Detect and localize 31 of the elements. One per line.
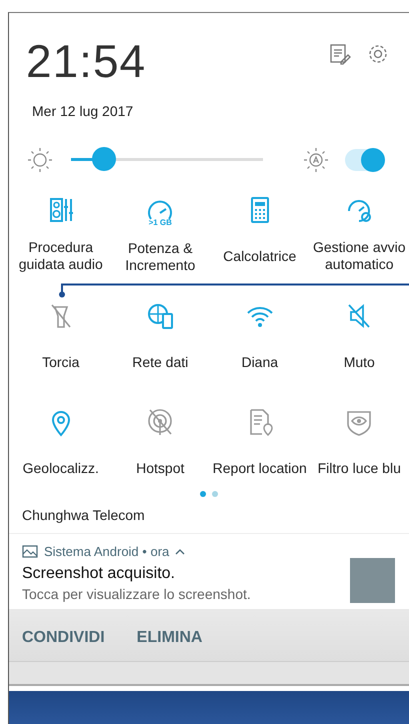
quick-setting-tile[interactable]: Calcolatrice: [210, 195, 310, 283]
date-text: Mer 12 lug 2017: [31, 102, 134, 119]
notification-action-button[interactable]: ELIMINA: [136, 629, 202, 647]
clock-time: 21:54: [26, 37, 146, 85]
notification-text: Tocca per visualizzare lo screenshot.: [22, 586, 251, 602]
notification-title: Screenshot acquisito.: [22, 565, 176, 583]
data-amount-label: >1 GB: [148, 219, 172, 227]
notification-action-button[interactable]: CONDIVIDI: [22, 629, 105, 647]
tile-icon: [145, 301, 176, 331]
quick-setting-tile[interactable]: Filtro luce blu: [310, 407, 409, 495]
quick-setting-tile[interactable]: Geolocalizz.: [11, 407, 110, 495]
quick-setting-tile[interactable]: Report location: [210, 407, 310, 495]
slider-thumb[interactable]: [92, 147, 116, 171]
auto-brightness-toggle[interactable]: [345, 149, 383, 171]
caret-icon[interactable]: [175, 548, 186, 555]
quick-setting-tile[interactable]: Gestione avvio automatico: [310, 195, 409, 283]
brightness-icon: [27, 147, 53, 173]
edit-list-icon[interactable]: [329, 43, 351, 65]
settings-icon[interactable]: [367, 43, 389, 65]
quick-setting-tile[interactable]: Rete dati: [110, 301, 210, 389]
quick-setting-tile[interactable]: Diana: [210, 301, 310, 389]
carrier-name: Chunghwa Telecom: [21, 506, 146, 525]
quick-setting-tile[interactable]: Muto: [310, 301, 409, 389]
image-icon: [22, 545, 38, 558]
quick-setting-tile[interactable]: Procedura guidata audio: [11, 195, 110, 283]
quick-setting-tile[interactable]: >1 GB Potenza & Incremento: [110, 195, 210, 283]
screenshot-thumbnail[interactable]: [350, 558, 395, 603]
notification-source: Sistema Android • ora: [44, 544, 170, 559]
quick-setting-tile[interactable]: Hotspot: [110, 407, 210, 495]
auto-brightness-icon: [303, 147, 329, 173]
quick-setting-tile[interactable]: Torcia: [11, 301, 110, 389]
